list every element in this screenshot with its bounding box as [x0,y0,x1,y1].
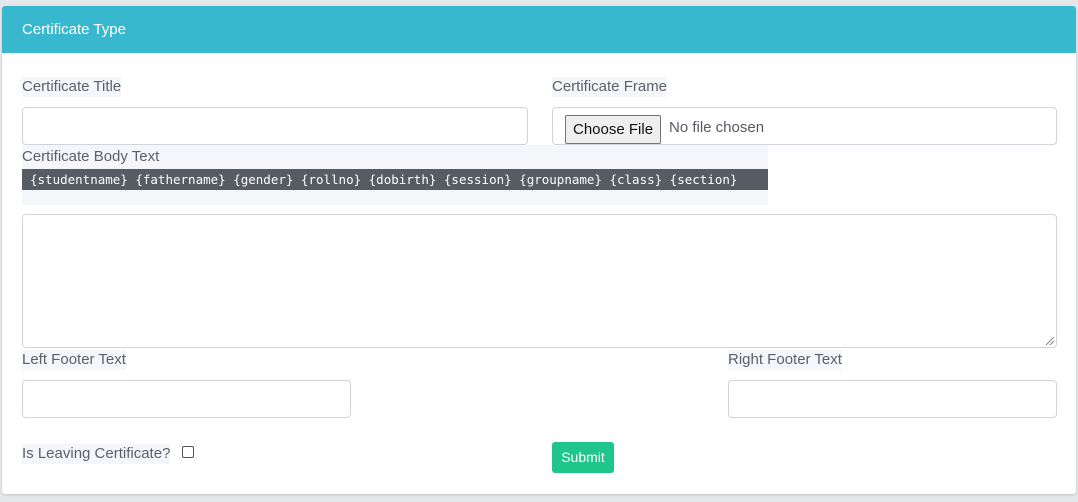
certificate-frame-label: Certificate Frame [552,77,668,97]
card-header-title: Certificate Type [2,6,1076,53]
choose-file-button[interactable]: Choose File [565,115,662,144]
right-footer-input[interactable] [728,380,1057,418]
left-footer-label: Left Footer Text [22,350,126,370]
submit-button[interactable]: Submit [552,442,614,473]
certificate-body-textarea[interactable] [22,214,1057,348]
left-footer-input[interactable] [22,380,351,418]
certificate-type-card: Certificate Type Certificate Title Certi… [2,6,1076,494]
certificate-body-label: Certificate Body Text [22,147,160,167]
resize-grip-icon[interactable] [1046,337,1054,345]
is-leaving-checkbox[interactable] [182,446,194,458]
certificate-title-input[interactable] [22,107,528,145]
certificate-frame-file-input[interactable]: Choose File No file chosen [552,107,1057,145]
certificate-title-label: Certificate Title [22,77,122,97]
file-status-text: No file chosen [669,119,765,136]
is-leaving-label: Is Leaving Certificate? [22,444,171,464]
placeholder-tokens-bar: {studentname} {fathername} {gender} {rol… [22,169,768,190]
right-footer-label: Right Footer Text [728,350,842,370]
